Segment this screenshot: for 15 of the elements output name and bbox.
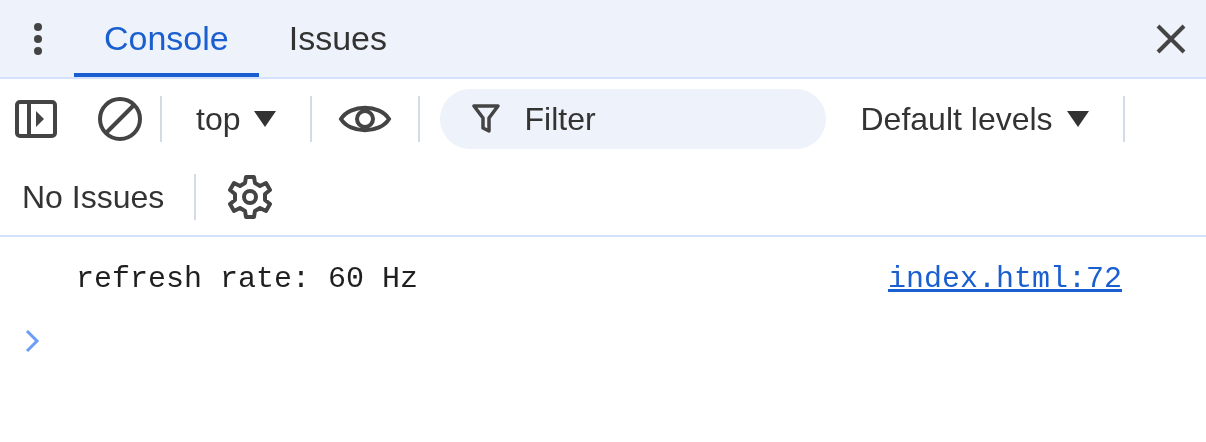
tab[interactable]: Issues (258, 0, 417, 77)
tab[interactable]: Console (74, 0, 259, 77)
clear-console-icon[interactable] (96, 95, 144, 143)
filter-field[interactable]: Filter (440, 89, 827, 149)
source-link[interactable]: index.html:72 (887, 262, 1122, 296)
filter-icon (472, 103, 501, 135)
caret-icon (1066, 111, 1089, 127)
context-dropdown[interactable]: top (178, 100, 295, 138)
log-levels-dropdown[interactable]: Default levels (842, 100, 1107, 138)
sidebar-toggle-icon[interactable] (14, 99, 58, 139)
caret-icon (254, 111, 277, 127)
settings-icon[interactable] (226, 173, 275, 221)
issues-count[interactable]: No Issues (22, 178, 165, 216)
prompt-chevron-icon[interactable] (24, 328, 40, 354)
log-message: refresh rate: 60 Hz (76, 262, 420, 296)
